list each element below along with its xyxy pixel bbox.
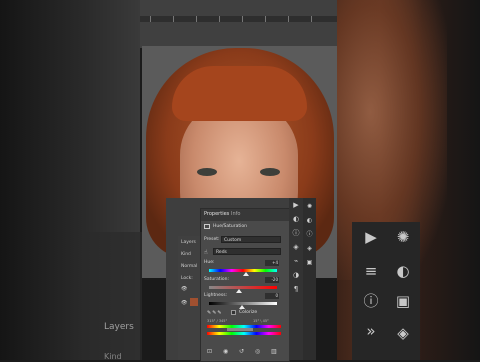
eyedropper-icons[interactable]: ✎✎✎ [207,310,223,316]
play-icon[interactable]: ▶ [291,200,301,210]
virus-icon: ✺ [396,228,410,246]
photo-bangs [172,66,307,121]
background-toolbar-blur: ▶ ✺ ≡ ◐ ⓘ ▣ » ◈ [352,222,420,360]
tab-info[interactable]: Info [231,211,240,217]
reset-icon[interactable]: ↺ [239,348,244,355]
panel-toolbar: ▶ ◐ ⓘ ◈ ⌁ ◑ ¶ [289,198,303,360]
clip-to-layer-icon[interactable]: ⊡ [207,348,212,355]
circle-half-icon[interactable]: ◐ [305,216,314,225]
brush-icon[interactable]: ⌁ [291,256,301,266]
shape-icon: ▣ [395,292,411,310]
layers-kind-filter[interactable]: Kind [181,252,191,257]
hue-value[interactable]: +4 [265,260,279,266]
layers-icon[interactable]: ◈ [305,244,314,253]
preset-label: Preset: [204,237,220,242]
saturation-slider-knob[interactable] [236,289,242,293]
info-icon[interactable]: ⓘ [305,230,314,239]
info-icon: ⓘ [363,292,379,310]
background-layers-label: Layers [104,322,134,332]
play-icon: ▶ [365,228,377,246]
hue-slider-knob[interactable] [243,272,249,276]
canvas-pasteboard [140,0,337,48]
circle-half-icon[interactable]: ◑ [291,270,301,280]
photo-right-eye [260,168,280,176]
range-right: 15° \ 45° [253,319,269,323]
adjustment-name: Hue/Saturation [213,224,247,229]
colorize-checkbox[interactable] [231,310,236,315]
range-left: 315° / 345° [207,319,228,323]
layer-thumbnail[interactable] [190,298,198,306]
channel-select[interactable]: Reds [213,248,281,255]
horizontal-ruler [140,16,337,22]
layers-icon: ◈ [397,324,409,342]
layer-visibility-eye-icon[interactable]: 👁 [181,286,187,292]
photo-left-eye [197,168,217,176]
delete-icon[interactable]: ▥ [271,348,277,355]
saturation-label: Saturation: [204,277,229,282]
targeted-adjustment-hand-icon[interactable]: ☝ [204,249,208,256]
properties-panel: Properties Info Hue/Saturation Preset: C… [200,208,290,362]
layers-blend-mode[interactable]: Normal [181,264,197,269]
color-range-selector[interactable] [227,328,253,331]
saturation-value[interactable]: -20 [265,277,279,283]
circle-half-icon: ◐ [396,262,410,280]
hue-label: Hue: [204,260,215,265]
info-icon[interactable]: ⓘ [291,228,301,238]
layers-lock-label: Lock: [181,276,193,281]
tab-properties[interactable]: Properties [204,211,229,217]
color-range-bar-bottom [207,332,281,335]
shape-icon[interactable]: ▣ [305,258,314,267]
layer-visibility-eye-icon-2[interactable]: 👁 [181,300,187,306]
layers-panel: Layers Kind Normal Lock: 👁 👁 [178,236,200,360]
view-previous-icon[interactable]: ◉ [223,348,228,355]
preset-select[interactable]: Custom [221,236,281,243]
layers-icon[interactable]: ◈ [291,242,301,252]
sliders-icon: ≡ [364,262,378,280]
virus-icon[interactable]: ✺ [305,202,314,211]
colorize-label: Colorize [239,310,258,315]
properties-tabbar: Properties Info [201,209,289,221]
lightness-slider-knob[interactable] [239,305,245,309]
side-toolbar: ✺ ◐ ⓘ ◈ ▣ [303,198,316,360]
lightness-label: Lightness: [204,293,228,298]
paragraph-icon[interactable]: ¶ [291,284,301,294]
layers-panel-title[interactable]: Layers [181,240,196,245]
saturation-slider[interactable] [209,286,277,289]
adjust-icon[interactable]: ◐ [291,214,301,224]
hue-saturation-icon [204,224,210,229]
chevron-double-icon: » [366,322,376,340]
visibility-icon[interactable]: ◎ [255,348,260,355]
lightness-value[interactable]: 0 [265,293,279,299]
